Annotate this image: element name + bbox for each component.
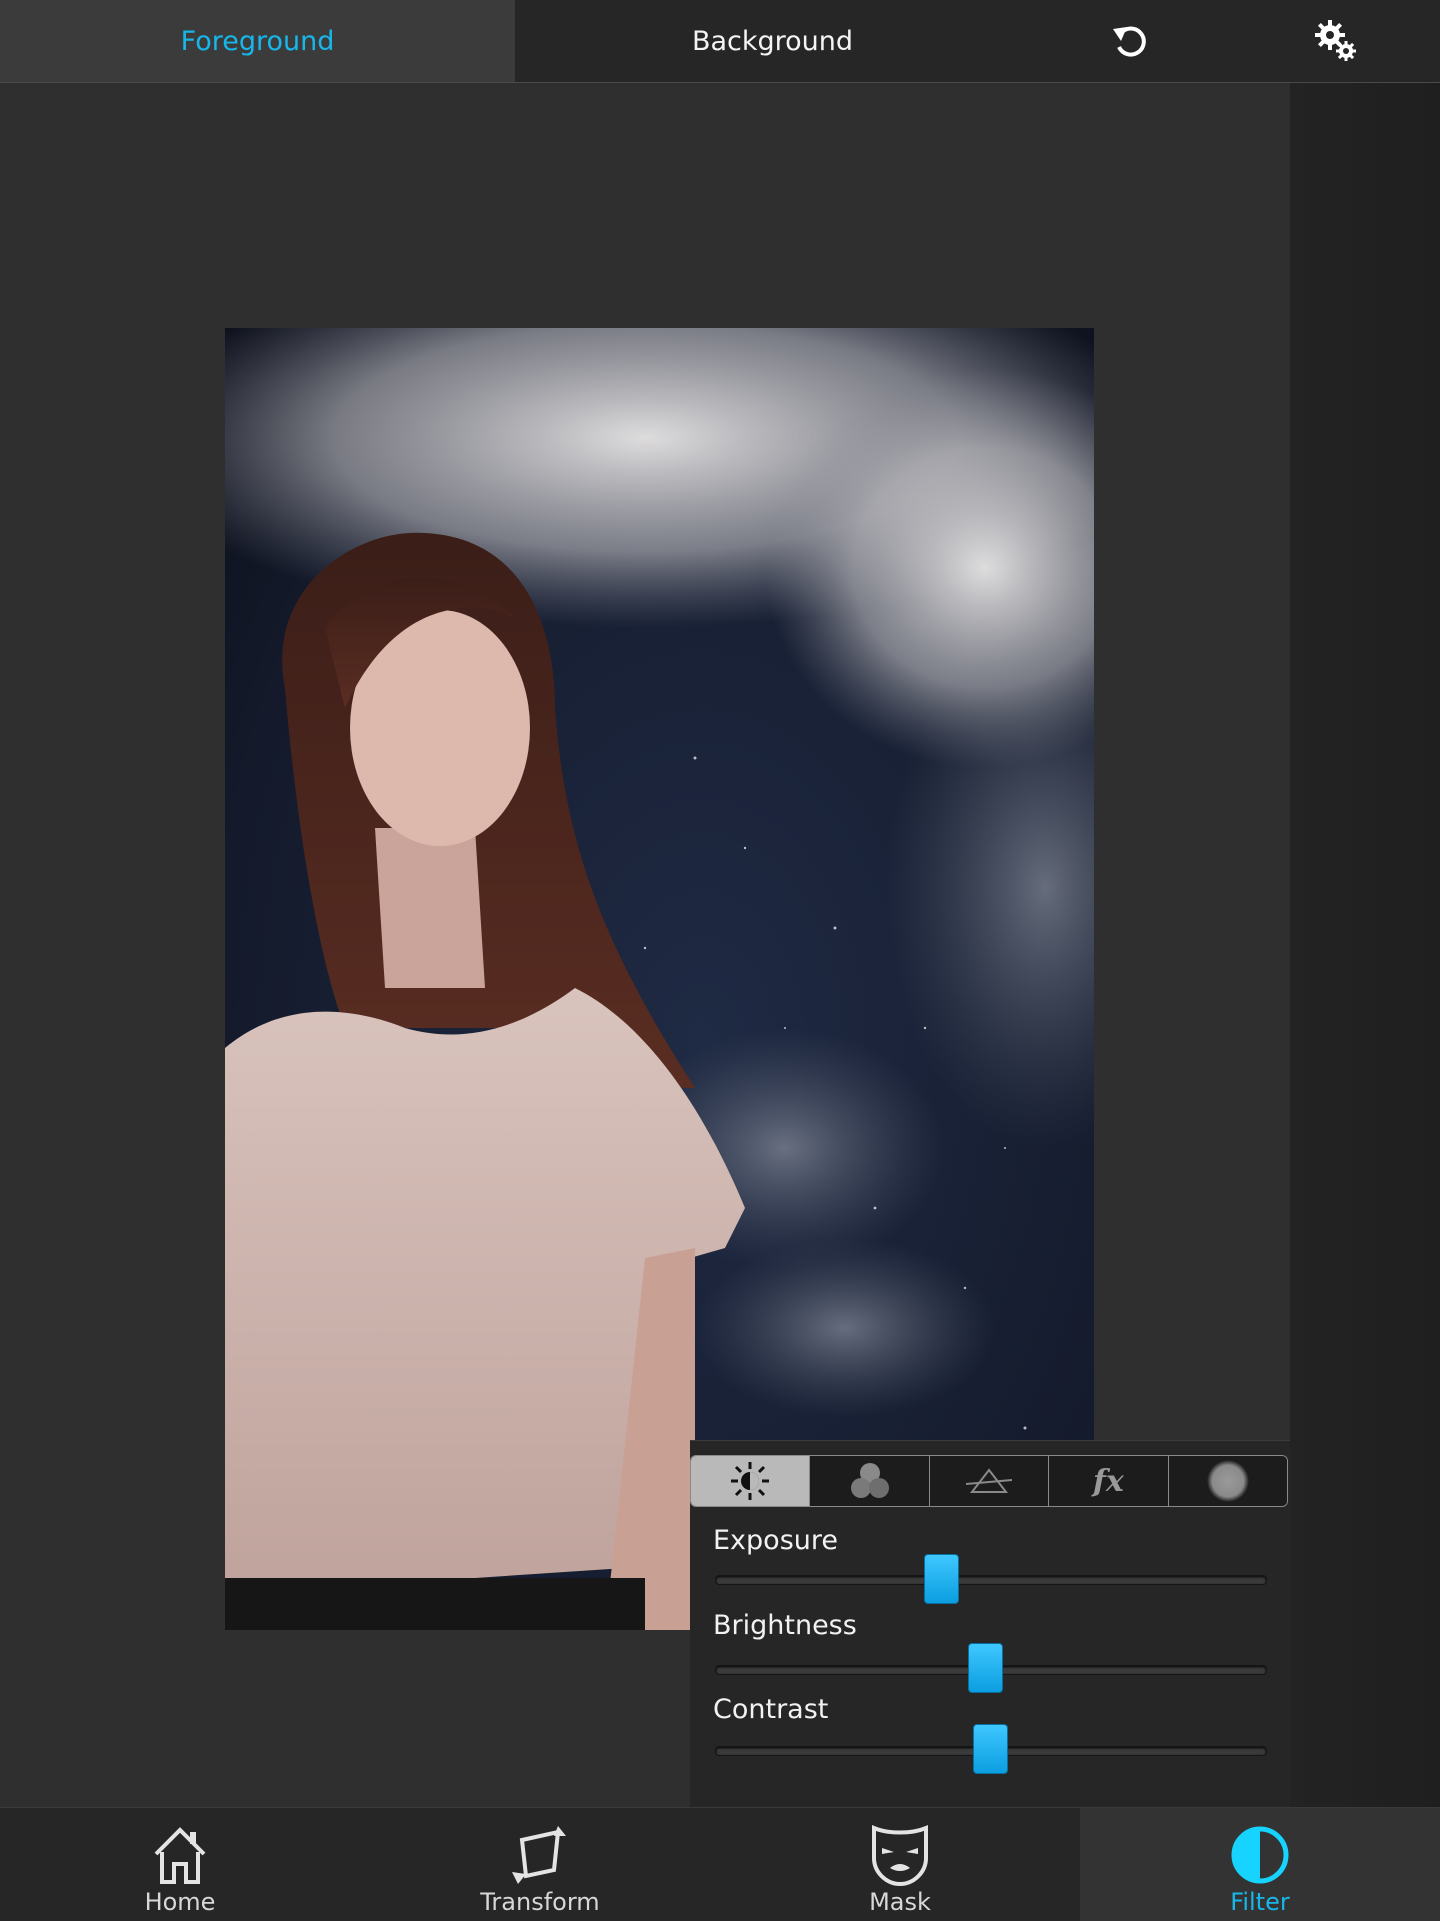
nav-home-label: Home bbox=[144, 1888, 216, 1916]
exposure-tab[interactable] bbox=[691, 1456, 810, 1506]
color-tab[interactable] bbox=[809, 1456, 929, 1506]
exposure-label: Exposure bbox=[713, 1525, 838, 1556]
nav-filter-label: Filter bbox=[1230, 1888, 1290, 1916]
filter-panel: fx Exposure Brightness Contrast bbox=[690, 1440, 1290, 1808]
nav-mask[interactable]: Mask bbox=[720, 1808, 1080, 1921]
filter-tab-bar: fx bbox=[690, 1455, 1288, 1507]
fx-tab[interactable]: fx bbox=[1048, 1456, 1168, 1506]
nav-filter[interactable]: Filter bbox=[1080, 1808, 1440, 1921]
top-bar: Foreground Background bbox=[0, 0, 1440, 83]
nav-mask-label: Mask bbox=[869, 1888, 931, 1916]
tab-background[interactable]: Background bbox=[515, 0, 1030, 82]
contrast-slider-thumb[interactable] bbox=[973, 1724, 1008, 1774]
blur-tab[interactable] bbox=[1167, 1456, 1287, 1506]
exposure-slider-track[interactable] bbox=[715, 1575, 1267, 1585]
home-icon bbox=[154, 1827, 206, 1884]
prism-icon bbox=[966, 1468, 1013, 1493]
gears-icon[interactable] bbox=[1296, 0, 1376, 82]
brightness-label: Brightness bbox=[713, 1610, 857, 1641]
exposure-icon bbox=[731, 1462, 770, 1500]
prism-tab[interactable] bbox=[928, 1456, 1049, 1506]
blur-circle-icon bbox=[1206, 1460, 1249, 1502]
contrast-label: Contrast bbox=[713, 1694, 829, 1725]
mask-icon bbox=[872, 1824, 928, 1886]
tab-foreground[interactable]: Foreground bbox=[0, 0, 515, 82]
nav-transform[interactable]: Transform bbox=[360, 1808, 720, 1921]
color-circles-icon bbox=[850, 1463, 889, 1498]
canvas-photo[interactable] bbox=[225, 328, 1094, 1630]
right-strip bbox=[1290, 83, 1440, 1807]
undo-icon[interactable] bbox=[1091, 0, 1171, 82]
exposure-slider-thumb[interactable] bbox=[923, 1554, 959, 1604]
nav-home[interactable]: Home bbox=[0, 1808, 360, 1921]
filter-icon bbox=[1231, 1826, 1289, 1884]
fx-icon: fx bbox=[1093, 1463, 1124, 1499]
nav-transform-label: Transform bbox=[480, 1888, 600, 1916]
bottom-nav: Home Transform Mask Filter bbox=[0, 1807, 1440, 1921]
transform-icon bbox=[512, 1826, 566, 1884]
brightness-slider-thumb[interactable] bbox=[967, 1643, 1003, 1693]
